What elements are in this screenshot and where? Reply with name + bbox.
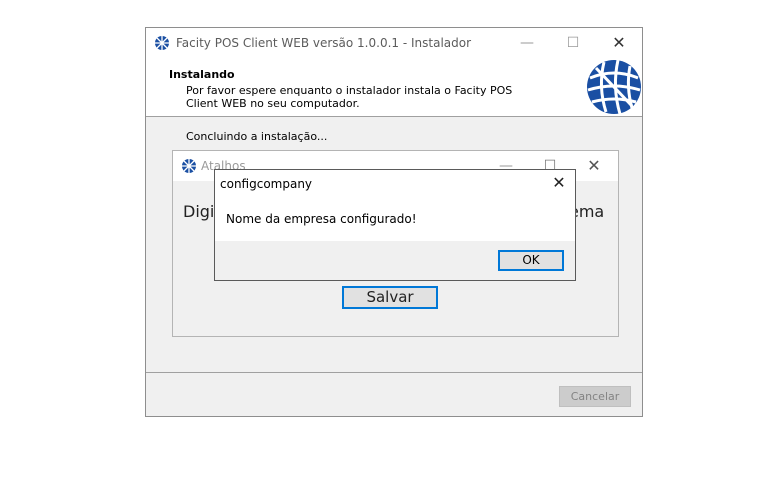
globe-grid-icon	[181, 158, 197, 177]
globe-grid-icon	[154, 35, 170, 54]
message-box-content: configcompany ✕ Nome da empresa configur…	[215, 170, 575, 241]
save-button[interactable]: Salvar	[342, 286, 438, 309]
ok-button[interactable]: OK	[498, 250, 564, 271]
install-status: Concluindo a instalação...	[186, 130, 328, 143]
close-button[interactable]: ✕	[545, 172, 573, 194]
page-description: Por favor espere enquanto o instalador i…	[186, 84, 513, 110]
installer-header: Instalando Por favor espere enquanto o i…	[146, 58, 642, 117]
window-title: Facity POS Client WEB versão 1.0.0.1 - I…	[176, 36, 472, 50]
message-box-title: configcompany	[220, 177, 313, 191]
installer-titlebar[interactable]: Facity POS Client WEB versão 1.0.0.1 - I…	[146, 28, 642, 58]
divider	[146, 372, 642, 373]
close-button[interactable]: ✕	[596, 28, 642, 58]
globe-grid-logo	[586, 58, 642, 116]
page-heading: Instalando	[169, 68, 235, 81]
close-button[interactable]: ✕	[571, 151, 617, 181]
maximize-button[interactable]: ☐	[550, 28, 596, 58]
cancel-button[interactable]: Cancelar	[559, 386, 631, 407]
minimize-button[interactable]: —	[504, 28, 550, 58]
message-text: Nome da empresa configurado!	[226, 212, 417, 226]
message-box: configcompany ✕ Nome da empresa configur…	[214, 169, 576, 281]
